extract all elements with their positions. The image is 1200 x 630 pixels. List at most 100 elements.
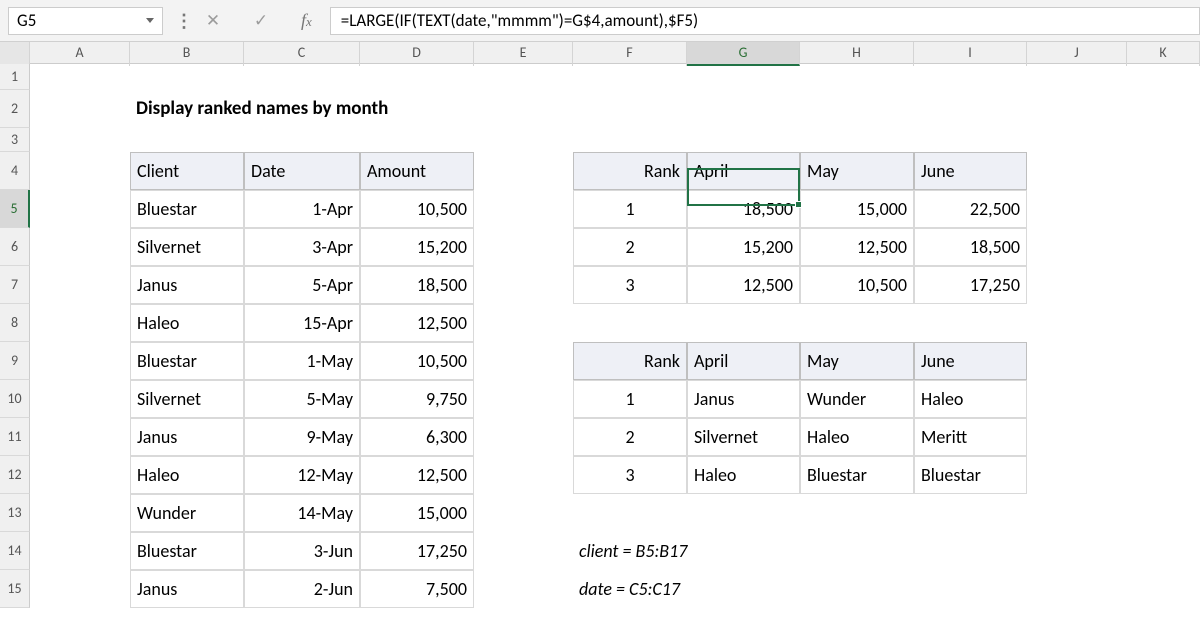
cell[interactable]: 5-May bbox=[244, 380, 360, 418]
table2-header[interactable]: May bbox=[800, 152, 914, 190]
cell[interactable]: 15,200 bbox=[360, 228, 474, 266]
cell[interactable]: 17,250 bbox=[360, 532, 474, 570]
cell[interactable]: 17,250 bbox=[914, 266, 1027, 304]
cell[interactable]: Meritt bbox=[914, 418, 1027, 456]
cell[interactable]: Haleo bbox=[800, 418, 914, 456]
row-header[interactable]: 4 bbox=[0, 152, 30, 190]
cell[interactable]: Janus bbox=[130, 266, 244, 304]
cell[interactable]: Bluestar bbox=[130, 342, 244, 380]
cell[interactable]: 10,500 bbox=[360, 190, 474, 228]
cell[interactable]: 5-Apr bbox=[244, 266, 360, 304]
row-header[interactable]: 1 bbox=[0, 64, 30, 90]
cell[interactable]: 3 bbox=[573, 456, 687, 494]
cell[interactable]: 18,500 bbox=[360, 266, 474, 304]
table2-header[interactable]: April bbox=[687, 152, 800, 190]
chevron-down-icon[interactable] bbox=[146, 18, 154, 23]
cell[interactable]: 3-Jun bbox=[244, 532, 360, 570]
row-header[interactable]: 9 bbox=[0, 342, 30, 380]
cell[interactable]: 2-Jun bbox=[244, 570, 360, 608]
cell[interactable]: Haleo bbox=[130, 456, 244, 494]
formula-input[interactable]: =LARGE(IF(TEXT(date,"mmmm")=G$4,amount),… bbox=[330, 7, 1200, 35]
table3-header[interactable]: April bbox=[687, 342, 800, 380]
col-header-J[interactable]: J bbox=[1027, 42, 1127, 66]
row-header[interactable]: 11 bbox=[0, 418, 30, 456]
col-header-C[interactable]: C bbox=[244, 42, 360, 66]
col-header-D[interactable]: D bbox=[360, 42, 474, 66]
cell[interactable]: Wunder bbox=[800, 380, 914, 418]
row-header[interactable]: 2 bbox=[0, 90, 30, 128]
cell[interactable]: 2 bbox=[573, 228, 687, 266]
cell[interactable]: 10,500 bbox=[800, 266, 914, 304]
cell[interactable]: 12,500 bbox=[687, 266, 800, 304]
cell[interactable]: 12,500 bbox=[800, 228, 914, 266]
cell[interactable]: Wunder bbox=[130, 494, 244, 532]
cell[interactable]: Janus bbox=[687, 380, 800, 418]
cell[interactable]: 1 bbox=[573, 190, 687, 228]
name-box[interactable]: G5 bbox=[8, 7, 163, 35]
cell[interactable]: 3 bbox=[573, 266, 687, 304]
row-header[interactable]: 10 bbox=[0, 380, 30, 418]
cell[interactable]: Haleo bbox=[914, 380, 1027, 418]
select-all-corner[interactable] bbox=[0, 42, 30, 66]
cell[interactable]: 1 bbox=[573, 380, 687, 418]
cell[interactable]: 14-May bbox=[244, 494, 360, 532]
col-header-A[interactable]: A bbox=[30, 42, 130, 66]
cell[interactable]: 15,000 bbox=[800, 190, 914, 228]
cell[interactable]: 15-Apr bbox=[244, 304, 360, 342]
cell[interactable]: 12-May bbox=[244, 456, 360, 494]
table2-header[interactable]: Rank bbox=[573, 152, 687, 190]
row-header[interactable]: 5 bbox=[0, 190, 30, 228]
fx-icon[interactable]: fx bbox=[301, 10, 312, 31]
cell[interactable]: 2 bbox=[573, 418, 687, 456]
table3-header[interactable]: May bbox=[800, 342, 914, 380]
cell[interactable]: Silvernet bbox=[687, 418, 800, 456]
row-header[interactable]: 7 bbox=[0, 266, 30, 304]
cell[interactable]: 9-May bbox=[244, 418, 360, 456]
cell[interactable]: 12,500 bbox=[360, 304, 474, 342]
col-header-E[interactable]: E bbox=[474, 42, 573, 66]
cell[interactable]: Haleo bbox=[130, 304, 244, 342]
table1-header[interactable]: Client bbox=[130, 152, 244, 190]
enter-icon[interactable]: ✓ bbox=[251, 10, 271, 31]
col-header-K[interactable]: K bbox=[1127, 42, 1200, 66]
cancel-icon[interactable]: ✕ bbox=[203, 10, 223, 31]
cell[interactable]: Janus bbox=[130, 418, 244, 456]
cell[interactable]: 22,500 bbox=[914, 190, 1027, 228]
col-header-B[interactable]: B bbox=[130, 42, 244, 66]
table1-header[interactable]: Date bbox=[244, 152, 360, 190]
cell[interactable]: 6,300 bbox=[360, 418, 474, 456]
row-header[interactable]: 14 bbox=[0, 532, 30, 570]
row-header[interactable]: 6 bbox=[0, 228, 30, 266]
cell[interactable]: 18,500 bbox=[914, 228, 1027, 266]
cell[interactable]: Bluestar bbox=[914, 456, 1027, 494]
cell[interactable]: 1-Apr bbox=[244, 190, 360, 228]
table2-header[interactable]: June bbox=[914, 152, 1027, 190]
cell[interactable]: Silvernet bbox=[130, 380, 244, 418]
cell-G5[interactable]: 18,500 bbox=[687, 190, 800, 228]
cell[interactable]: 7,500 bbox=[360, 570, 474, 608]
row-header[interactable]: 12 bbox=[0, 456, 30, 494]
spreadsheet[interactable]: A B C D E F G H I J K 1 2 Display ranked… bbox=[0, 42, 1200, 608]
cell[interactable]: 15,200 bbox=[687, 228, 800, 266]
row-header[interactable]: 15 bbox=[0, 570, 30, 608]
cell[interactable]: Bluestar bbox=[130, 532, 244, 570]
cell[interactable]: Janus bbox=[130, 570, 244, 608]
cell[interactable]: 10,500 bbox=[360, 342, 474, 380]
row-header[interactable]: 13 bbox=[0, 494, 30, 532]
col-header-H[interactable]: H bbox=[800, 42, 914, 66]
table1-header[interactable]: Amount bbox=[360, 152, 474, 190]
cell[interactable]: 1-May bbox=[244, 342, 360, 380]
cell[interactable]: 15,000 bbox=[360, 494, 474, 532]
row-header[interactable]: 3 bbox=[0, 128, 30, 152]
cell[interactable]: Haleo bbox=[687, 456, 800, 494]
table3-header[interactable]: Rank bbox=[573, 342, 687, 380]
cell[interactable]: Silvernet bbox=[130, 228, 244, 266]
table3-header[interactable]: June bbox=[914, 342, 1027, 380]
cell[interactable]: 9,750 bbox=[360, 380, 474, 418]
cell[interactable]: 3-Apr bbox=[244, 228, 360, 266]
col-header-G[interactable]: G bbox=[687, 42, 800, 66]
cell[interactable]: Bluestar bbox=[130, 190, 244, 228]
col-header-F[interactable]: F bbox=[573, 42, 687, 66]
cell[interactable]: 12,500 bbox=[360, 456, 474, 494]
row-header[interactable]: 8 bbox=[0, 304, 30, 342]
